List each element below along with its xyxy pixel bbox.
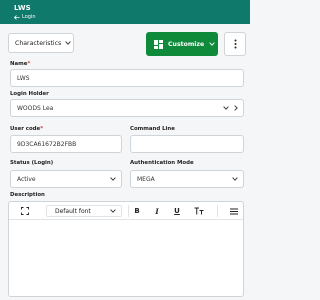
- page-title: LWS: [14, 4, 31, 12]
- name-label: Name*: [10, 61, 31, 67]
- back-arrow-icon[interactable]: [14, 14, 20, 20]
- status-select[interactable]: Active: [10, 170, 122, 188]
- app-header: LWS Login: [0, 0, 250, 24]
- description-editor[interactable]: Default font B I U: [8, 201, 244, 297]
- command-line-field[interactable]: [130, 135, 244, 153]
- auth-mode-select[interactable]: MEGA: [130, 170, 244, 188]
- command-line-label: Command Line: [130, 126, 175, 132]
- name-value: LWS: [17, 74, 30, 82]
- characteristics-dropdown[interactable]: Characteristics: [8, 33, 74, 53]
- user-code-label: User code*: [10, 126, 44, 132]
- user-code-field[interactable]: 9D3CA61672B2FBB: [10, 135, 122, 153]
- status-value: Active: [17, 175, 36, 183]
- user-code-value: 9D3CA61672B2FBB: [17, 140, 77, 148]
- font-select-value: Default font: [55, 207, 91, 215]
- underline-icon[interactable]: U: [171, 205, 183, 217]
- italic-icon[interactable]: I: [151, 205, 163, 217]
- more-vertical-icon: [234, 39, 237, 49]
- chevron-down-icon: [65, 41, 71, 45]
- customize-button[interactable]: Customize: [146, 32, 218, 56]
- breadcrumb-label[interactable]: Login: [22, 14, 36, 20]
- chevron-down-icon[interactable]: [223, 106, 229, 110]
- chevron-down-icon: [110, 209, 116, 213]
- toolbar-divider: [128, 205, 129, 217]
- chevron-right-icon[interactable]: [234, 105, 238, 111]
- font-select[interactable]: Default font: [46, 205, 122, 217]
- text-size-icon[interactable]: [192, 205, 206, 217]
- chevron-down-icon: [232, 177, 238, 181]
- name-field[interactable]: LWS: [10, 69, 244, 87]
- dashboard-icon: [154, 39, 163, 49]
- chevron-down-icon: [209, 42, 215, 46]
- customize-label: Customize: [168, 40, 205, 48]
- fullscreen-icon[interactable]: [19, 205, 31, 217]
- login-holder-value: WOODS Lea: [17, 104, 54, 112]
- characteristics-label: Characteristics: [15, 39, 62, 47]
- description-label: Description: [10, 192, 45, 198]
- breadcrumb[interactable]: Login: [14, 14, 36, 20]
- bold-icon[interactable]: B: [131, 205, 143, 217]
- toolbar-divider: [217, 205, 218, 217]
- chevron-down-icon: [110, 177, 116, 181]
- status-label: Status (Login): [10, 160, 54, 166]
- editor-toolbar: Default font B I U: [9, 202, 243, 220]
- auth-mode-value: MEGA: [137, 175, 155, 183]
- align-icon[interactable]: [228, 205, 240, 217]
- more-options-button[interactable]: [224, 32, 246, 56]
- login-holder-label: Login Holder: [10, 91, 49, 97]
- login-holder-select[interactable]: WOODS Lea: [10, 99, 244, 117]
- auth-mode-label: Authentication Mode: [130, 160, 194, 166]
